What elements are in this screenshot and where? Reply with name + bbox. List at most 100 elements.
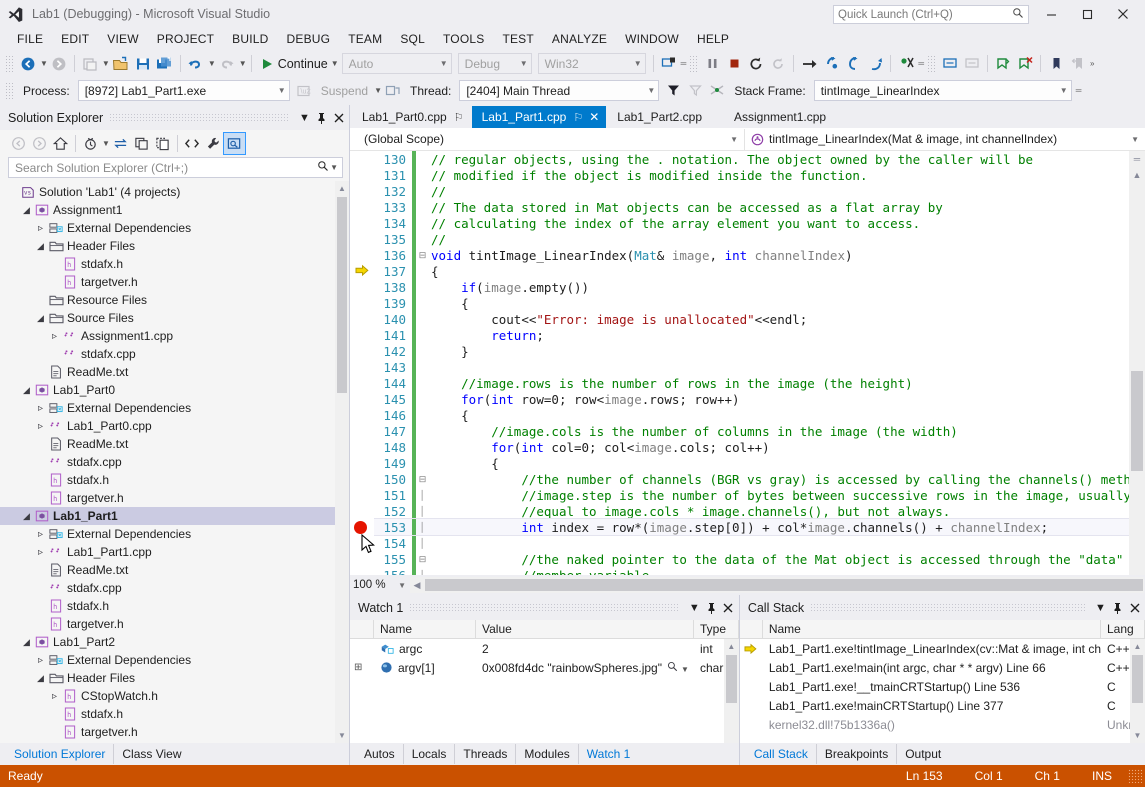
code-line[interactable]: 134// calculating the index of the array…: [374, 215, 1129, 231]
breakpoint-icon[interactable]: [354, 521, 367, 534]
watch-row[interactable]: ⊞argv[1]0x008fd4dc "rainbowSpheres.jpg"▼…: [350, 658, 739, 677]
scrollbar-thumb[interactable]: [1132, 655, 1143, 703]
filter-dropdown-icon[interactable]: ▼: [102, 139, 110, 148]
call-stack-header-lang[interactable]: Lang: [1101, 620, 1145, 638]
call-stack-row[interactable]: Lab1_Part1.exe!mainCRTStartup() Line 377…: [740, 696, 1145, 715]
pin-icon[interactable]: ⚐: [454, 111, 464, 124]
stop-debugging-button[interactable]: [723, 53, 745, 75]
tree-item-external-dependencies[interactable]: ▹External Dependencies: [0, 399, 349, 417]
code-line[interactable]: 146 {: [374, 407, 1129, 423]
scroll-up-icon[interactable]: ▲: [1129, 167, 1145, 183]
menu-help[interactable]: HELP: [688, 30, 738, 48]
scrollbar-thumb[interactable]: [726, 655, 737, 703]
tree-item-resource-files[interactable]: Resource Files: [0, 291, 349, 309]
panel-menu-chevron-down-icon[interactable]: ▼: [296, 109, 313, 127]
tab-autos[interactable]: Autos: [356, 744, 404, 764]
solution-config-combo[interactable]: Debug ▼: [458, 53, 532, 74]
tab-breakpoints[interactable]: Breakpoints: [817, 744, 897, 764]
scroll-left-icon[interactable]: ◀: [410, 580, 424, 591]
pin-icon[interactable]: [703, 599, 720, 617]
code-line[interactable]: 138 if(image.empty()): [374, 279, 1129, 295]
close-icon[interactable]: ✕: [589, 110, 599, 124]
scroll-down-icon[interactable]: ▼: [1130, 728, 1145, 743]
maximize-button[interactable]: [1069, 1, 1105, 27]
chevron-down-icon[interactable]: ◢: [34, 673, 47, 684]
tree-item-lab1-part2[interactable]: ◢Lab1_Part2: [0, 633, 349, 651]
tab-solution-explorer[interactable]: Solution Explorer: [6, 744, 114, 764]
code-line[interactable]: 153│ int index = row*(image.step[0]) + c…: [374, 519, 1129, 535]
chevron-down-icon[interactable]: ◢: [34, 313, 47, 324]
collapse-region-icon[interactable]: ⊟: [416, 250, 429, 261]
step-into-icon[interactable]: [820, 53, 842, 75]
tab-call-stack[interactable]: Call Stack: [746, 744, 817, 764]
code-line[interactable]: 154│: [374, 535, 1129, 551]
tree-item-lab1-part1[interactable]: ◢Lab1_Part1: [0, 507, 349, 525]
code-line[interactable]: 147 //image.cols is the number of column…: [374, 423, 1129, 439]
view-code-icon[interactable]: [182, 133, 203, 154]
call-stack-scrollbar[interactable]: ▲ ▼: [1130, 639, 1145, 743]
call-stack-header-name[interactable]: Name: [763, 620, 1101, 638]
tree-item-assignment1-cpp[interactable]: ▹Assignment1.cpp: [0, 327, 349, 345]
code-line[interactable]: 143: [374, 359, 1129, 375]
search-icon[interactable]: [317, 160, 329, 175]
tree-item-header-files[interactable]: ◢Header Files: [0, 237, 349, 255]
panel-menu-chevron-down-icon[interactable]: ▼: [1092, 599, 1109, 617]
menu-tools[interactable]: TOOLS: [434, 30, 493, 48]
code-line[interactable]: 156│ //member variable: [374, 567, 1129, 575]
start-action-combo[interactable]: Auto ▼: [342, 53, 452, 74]
close-icon[interactable]: [1126, 599, 1143, 617]
tab-lab1-part1-cpp[interactable]: Lab1_Part1.cpp ⚐ ✕: [472, 106, 607, 128]
menu-build[interactable]: BUILD: [223, 30, 277, 48]
home-icon[interactable]: [50, 133, 71, 154]
tree-item-stdafx-h[interactable]: hstdafx.h: [0, 705, 349, 723]
tree-item-readme-txt[interactable]: ReadMe.txt: [0, 435, 349, 453]
menu-team[interactable]: TEAM: [339, 30, 391, 48]
code-line[interactable]: 152│ //equal to image.cols * image.chann…: [374, 503, 1129, 519]
undo-dropdown-icon[interactable]: ▼: [208, 59, 216, 68]
tree-item-assignment1[interactable]: ◢Assignment1: [0, 201, 349, 219]
debug-location-overflow-icon[interactable]: ═: [1076, 86, 1082, 95]
tree-item-source-files[interactable]: ◢Source Files: [0, 309, 349, 327]
chevron-right-icon[interactable]: ▹: [34, 223, 47, 234]
step-over-icon[interactable]: [842, 53, 864, 75]
scroll-split-icon[interactable]: ═: [1129, 151, 1145, 167]
preview-selected-items-icon[interactable]: [224, 133, 245, 154]
tab-threads[interactable]: Threads: [455, 744, 516, 764]
break-all-button[interactable]: [701, 53, 723, 75]
code-line[interactable]: 133// The data stored in Mat objects can…: [374, 199, 1129, 215]
menu-test[interactable]: TEST: [493, 30, 542, 48]
scroll-up-icon[interactable]: ▲: [1130, 639, 1145, 654]
menu-analyze[interactable]: ANALYZE: [543, 30, 616, 48]
pin-icon[interactable]: [313, 109, 330, 127]
glyph-margin[interactable]: [350, 151, 374, 575]
menu-debug[interactable]: DEBUG: [278, 30, 340, 48]
show-all-files-icon[interactable]: [152, 133, 173, 154]
save-icon[interactable]: [132, 53, 154, 75]
code-line[interactable]: 135//: [374, 231, 1129, 247]
tree-item-stdafx-h[interactable]: hstdafx.h: [0, 471, 349, 489]
tree-item-lab1-part1-cpp[interactable]: ▹Lab1_Part1.cpp: [0, 543, 349, 561]
comment-selection-icon[interactable]: [939, 53, 961, 75]
tab-lab1-part0-cpp[interactable]: Lab1_Part0.cpp ⚐: [352, 106, 471, 128]
chevron-down-icon[interactable]: ◢: [34, 241, 47, 252]
solution-platform-combo[interactable]: Win32 ▼: [538, 53, 646, 74]
tree-item-header-files[interactable]: ◢Header Files: [0, 669, 349, 687]
chevron-right-icon[interactable]: ▹: [34, 403, 47, 414]
menu-file[interactable]: FILE: [8, 30, 52, 48]
tree-item-stdafx-cpp[interactable]: stdafx.cpp: [0, 579, 349, 597]
text-visualizer-magnifier-icon[interactable]: ▼: [662, 661, 689, 675]
watch-header-value[interactable]: Value: [476, 620, 694, 638]
menu-sql[interactable]: SQL: [391, 30, 434, 48]
tab-lab1-part2-cpp[interactable]: Lab1_Part2.cpp: [607, 106, 709, 128]
watch-value-cell[interactable]: 0x008fd4dc "rainbowSpheres.jpg"▼: [476, 661, 694, 675]
editor-horizontal-scrollbar[interactable]: ◀: [410, 577, 1144, 593]
tree-item-cstopwatch-h[interactable]: ▹hCStopWatch.h: [0, 687, 349, 705]
tree-item-solution-lab1-4-projects[interactable]: vsSolution 'Lab1' (4 projects): [0, 183, 349, 201]
undo-icon[interactable]: [185, 53, 207, 75]
next-bookmark-icon[interactable]: [1045, 53, 1067, 75]
open-file-icon[interactable]: [110, 53, 132, 75]
tab-locals[interactable]: Locals: [404, 744, 456, 764]
function-combo[interactable]: tintImage_LinearIndex(Mat & image, int c…: [745, 129, 1145, 150]
panel-drag-handle[interactable]: [109, 113, 290, 123]
watch-scrollbar[interactable]: ▲: [724, 639, 739, 743]
